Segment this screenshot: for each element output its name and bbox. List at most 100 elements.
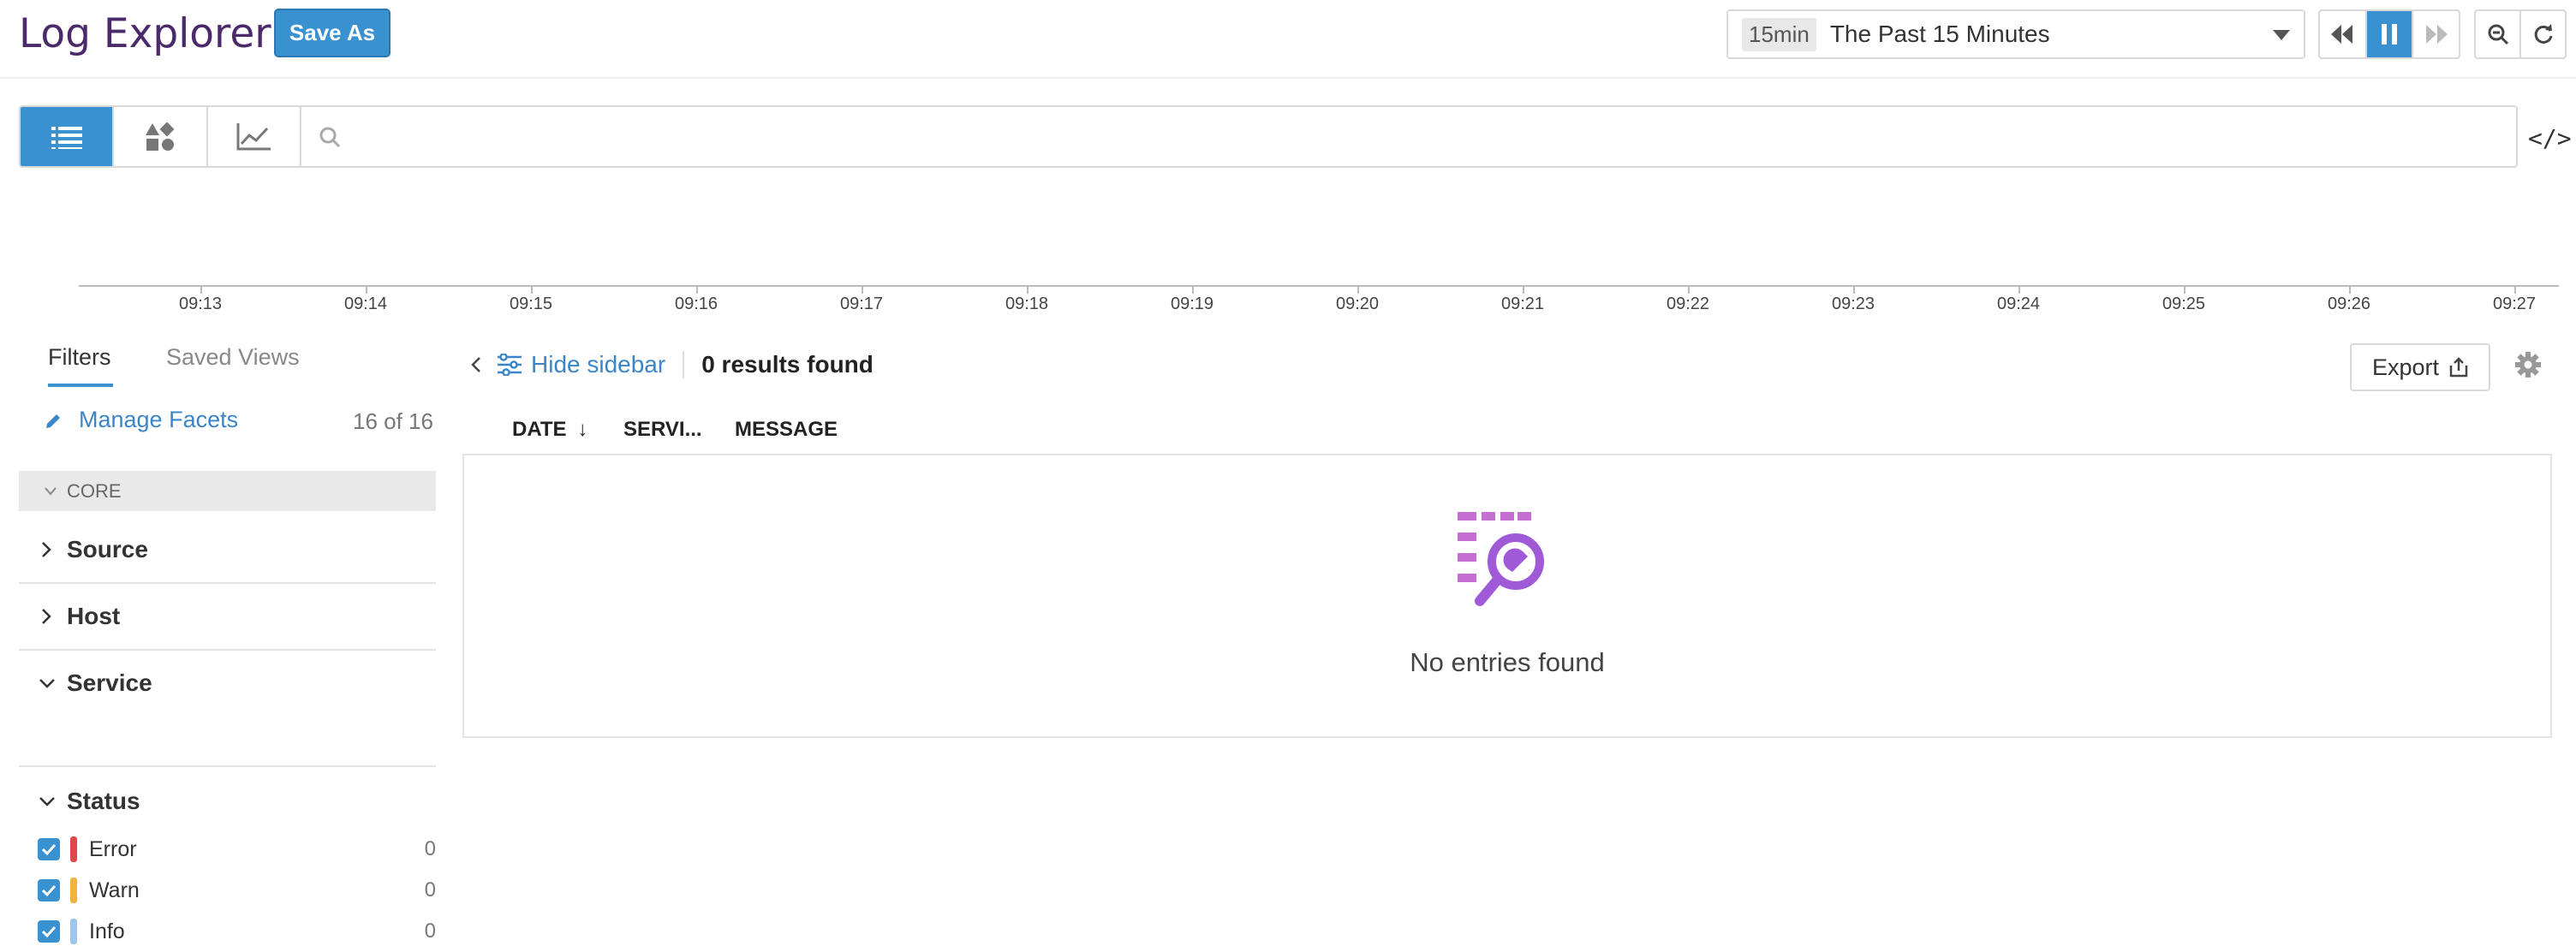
empty-state-message: No entries found: [1410, 647, 1605, 677]
list-icon: [51, 126, 82, 149]
timeline-tick: [200, 285, 202, 294]
timeline-tick-label: 09:20: [1335, 295, 1380, 313]
timeline-tick-label: 09:15: [509, 295, 553, 313]
timeline-tick: [531, 285, 533, 294]
share-icon: [2449, 357, 2468, 378]
timeline-axis: [79, 285, 2559, 287]
column-header-service[interactable]: SERVI...: [623, 418, 702, 442]
column-header-date[interactable]: DATE ↓: [512, 418, 587, 442]
facet-host[interactable]: Host: [19, 598, 436, 635]
status-info-checkbox[interactable]: [38, 920, 60, 943]
results-count: 0 results found: [701, 351, 874, 378]
patterns-view-button[interactable]: [114, 107, 208, 166]
chevron-right-icon: [42, 542, 51, 557]
chevron-down-icon: [45, 486, 57, 496]
chevron-right-icon: [42, 609, 51, 624]
hide-sidebar-label: Hide sidebar: [531, 351, 666, 378]
timeline-tick-label: 09:27: [2492, 295, 2537, 313]
time-range-label: The Past 15 Minutes: [1829, 21, 2050, 47]
refresh-icon: [2534, 24, 2552, 44]
column-header-message[interactable]: MESSAGE: [735, 418, 838, 442]
facet-source-label: Source: [67, 536, 148, 562]
search-input[interactable]: [300, 105, 2518, 168]
core-section-header[interactable]: CORE: [19, 471, 436, 511]
facet-divider: [19, 765, 436, 767]
column-date-label: DATE: [512, 418, 567, 441]
list-view-button[interactable]: [21, 107, 115, 166]
timeline-tick: [2184, 285, 2185, 294]
checkmark-icon: [41, 925, 57, 937]
status-error-color: [70, 836, 77, 862]
manage-facets-label: Manage Facets: [79, 407, 239, 432]
results-toolbar: Hide sidebar 0 results found: [471, 351, 874, 378]
header-divider: [0, 77, 2576, 79]
timeline-tick-label: 09:25: [2162, 295, 2206, 313]
chevron-down-icon: [39, 797, 55, 806]
timeline-tick: [1523, 285, 1524, 294]
time-range-picker[interactable]: 15min The Past 15 Minutes: [1726, 9, 2305, 59]
chevron-left-icon[interactable]: [471, 356, 481, 373]
timeline-tick: [2349, 285, 2351, 294]
sliders-icon: [498, 354, 522, 376]
status-warn-color: [70, 878, 77, 903]
analytics-view-button[interactable]: [208, 107, 300, 166]
status-info-label: Info: [89, 919, 125, 943]
toolbar-separator: [683, 351, 685, 378]
timeline-tick-label: 09:24: [1996, 295, 2041, 313]
zoom-out-button[interactable]: [2476, 11, 2521, 57]
tab-active-indicator: [48, 384, 113, 387]
timeline-tick: [366, 285, 367, 294]
empty-state-icon: [1456, 509, 1559, 616]
timeline-tick: [1192, 285, 1194, 294]
timeline-tick-label: 09:21: [1500, 295, 1545, 313]
timeline-tick-label: 09:13: [178, 295, 223, 313]
timeline-tick-label: 09:18: [1005, 295, 1049, 313]
fast-forward-icon: [2425, 25, 2448, 44]
refresh-button[interactable]: [2521, 11, 2565, 57]
fast-forward-button[interactable]: [2413, 11, 2459, 57]
facet-divider: [19, 582, 436, 584]
status-warn-label: Warn: [89, 878, 140, 902]
timeline-tick-label: 09:26: [2327, 295, 2371, 313]
code-view-icon[interactable]: </>: [2528, 124, 2572, 152]
export-button[interactable]: Export: [2350, 343, 2490, 391]
search-icon: [319, 127, 341, 147]
facet-status[interactable]: Status: [19, 782, 436, 820]
status-warn-checkbox[interactable]: [38, 879, 60, 901]
timeline-tick-label: 09:16: [674, 295, 719, 313]
checkmark-icon: [41, 884, 57, 896]
status-info-row[interactable]: Info 0: [38, 913, 436, 950]
tab-saved-views[interactable]: Saved Views: [166, 344, 300, 371]
pencil-icon: [46, 414, 60, 428]
tab-filters[interactable]: Filters: [48, 344, 111, 371]
rewind-icon: [2331, 25, 2353, 44]
timeline-tick: [1357, 285, 1359, 294]
timeline-tick-label: 09:22: [1666, 295, 1710, 313]
status-error-count: 0: [424, 837, 436, 860]
facet-status-label: Status: [67, 788, 140, 814]
status-info-count: 0: [424, 919, 436, 943]
status-error-label: Error: [89, 836, 137, 861]
manage-facets-link[interactable]: Manage Facets: [45, 407, 238, 433]
status-error-checkbox[interactable]: [38, 838, 60, 860]
status-warn-row[interactable]: Warn 0: [38, 872, 436, 909]
playback-controls: [2318, 9, 2460, 59]
timeline-tick: [2514, 285, 2516, 294]
timeline-tick: [862, 285, 863, 294]
page-title: Log Explorer: [19, 10, 271, 57]
caret-down-icon: [2273, 30, 2290, 40]
zoom-out-icon: [2488, 24, 2508, 45]
hide-sidebar-button[interactable]: Hide sidebar: [497, 351, 665, 378]
gear-icon: [2515, 352, 2541, 378]
facet-source[interactable]: Source: [19, 531, 436, 568]
pause-button[interactable]: [2366, 11, 2414, 57]
timeline-tick-label: 09:14: [343, 295, 388, 313]
status-error-row[interactable]: Error 0: [38, 830, 436, 868]
timeline-tick: [1027, 285, 1029, 294]
save-as-button[interactable]: Save As: [274, 9, 391, 57]
facet-count: 16 of 16: [353, 408, 433, 434]
rewind-button[interactable]: [2320, 11, 2367, 57]
visualization-toggle: [19, 105, 301, 168]
timeline-tick: [1853, 285, 1855, 294]
settings-button[interactable]: [2514, 351, 2542, 383]
